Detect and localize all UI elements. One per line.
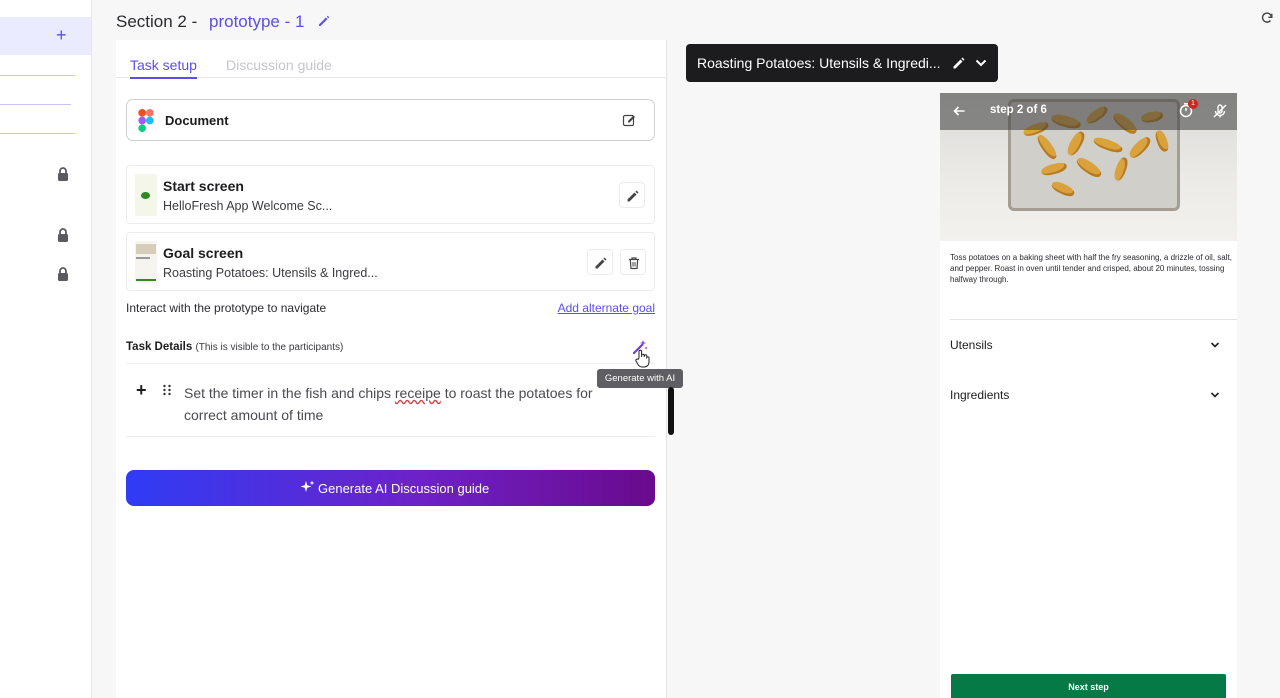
goal-screen-card[interactable]: Goal screen Roasting Potatoes: Utensils … xyxy=(126,232,655,291)
section-label: Section 2 - xyxy=(116,12,198,31)
tab-task-setup[interactable]: Task setup xyxy=(130,57,197,79)
task-details-editor[interactable]: + Set the timer in the fish and chips re… xyxy=(126,363,655,437)
add-alternate-goal-link[interactable]: Add alternate goal xyxy=(558,301,655,315)
recipe-step-bar: step 2 of 6 1 xyxy=(940,93,1237,130)
ingredients-label: Ingredients xyxy=(950,388,1010,402)
next-step-button[interactable]: Next step xyxy=(951,674,1226,698)
recipe-instruction: Toss potatoes on a baking sheet with hal… xyxy=(950,253,1232,284)
pencil-icon xyxy=(595,257,607,269)
start-screen-title: Start screen xyxy=(163,178,244,194)
plus-icon[interactable]: + xyxy=(56,24,67,46)
chevron-down-icon xyxy=(1210,342,1220,348)
refresh-icon[interactable] xyxy=(1260,11,1274,25)
lock-icon xyxy=(58,267,68,281)
lock-icon xyxy=(58,167,68,181)
task-details-heading: Task Details (This is visible to the par… xyxy=(126,341,343,353)
start-screen-card[interactable]: Start screen HelloFresh App Welcome Sc..… xyxy=(126,165,655,224)
prototype-screen-selector[interactable]: Roasting Potatoes: Utensils & Ingredi... xyxy=(686,44,998,82)
chevron-down-icon[interactable] xyxy=(974,56,988,70)
chevron-down-icon xyxy=(1210,392,1220,398)
edit-goal-screen-button[interactable] xyxy=(587,249,613,275)
document-card[interactable]: Document xyxy=(126,99,655,141)
generate-ai-discussion-guide-button[interactable]: Generate AI Discussion guide xyxy=(126,470,655,506)
left-rail: + xyxy=(0,0,92,698)
tab-discussion-guide[interactable]: Discussion guide xyxy=(226,57,332,73)
misspelled-word: receipe xyxy=(394,385,441,401)
ingredients-accordion[interactable]: Ingredients xyxy=(950,385,1225,405)
generate-with-ai-tooltip: Generate with AI xyxy=(597,369,683,388)
drag-handle-icon[interactable] xyxy=(162,384,172,396)
pencil-icon[interactable] xyxy=(952,56,966,70)
recipe-hero-image: step 2 of 6 1 xyxy=(940,93,1237,241)
generate-button-label: Generate AI Discussion guide xyxy=(318,481,490,496)
arrow-left-icon[interactable] xyxy=(952,104,966,118)
pencil-icon[interactable] xyxy=(317,14,331,28)
edit-square-icon[interactable] xyxy=(622,113,636,127)
rail-divider xyxy=(0,75,75,76)
step-indicator: step 2 of 6 xyxy=(990,104,1047,116)
goal-screen-subtitle: Roasting Potatoes: Utensils & Ingred... xyxy=(163,266,378,280)
sparkle-icon xyxy=(300,480,315,492)
rail-divider xyxy=(0,133,75,134)
lock-icon xyxy=(58,228,68,242)
rail-active-item[interactable] xyxy=(0,17,91,55)
task-details-note: (This is visible to the participants) xyxy=(195,342,344,353)
task-setup-panel: Task setup Discussion guide Document Sta… xyxy=(116,40,683,698)
utensils-accordion[interactable]: Utensils xyxy=(950,335,1225,355)
task-details-title: Task Details xyxy=(126,341,193,353)
task-text[interactable]: Set the timer in the fish and chips rece… xyxy=(184,382,604,426)
trash-icon xyxy=(629,257,639,270)
hand-cursor-icon xyxy=(635,349,650,368)
utensils-label: Utensils xyxy=(950,338,993,352)
prototype-phone-screen[interactable]: step 2 of 6 1 Toss potatoes on a baking … xyxy=(940,93,1237,698)
interact-hint: Interact with the prototype to navigate xyxy=(126,301,327,315)
timer-badge: 1 xyxy=(1188,99,1198,109)
scrollbar-thumb[interactable] xyxy=(668,387,674,435)
prototype-name[interactable]: prototype - 1 xyxy=(209,12,304,32)
goal-screen-thumbnail xyxy=(135,241,157,283)
section-header: Section 2 - prototype - 1 xyxy=(92,0,1280,42)
figma-icon xyxy=(138,109,154,132)
divider xyxy=(950,319,1237,320)
start-screen-subtitle: HelloFresh App Welcome Sc... xyxy=(163,199,333,213)
document-label: Document xyxy=(165,113,229,128)
start-screen-thumbnail xyxy=(135,174,157,216)
delete-goal-screen-button[interactable] xyxy=(620,249,646,275)
rail-divider xyxy=(0,104,71,105)
edit-start-screen-button[interactable] xyxy=(619,182,645,208)
tab-bar: Task setup Discussion guide xyxy=(116,40,667,79)
pencil-icon xyxy=(627,190,639,202)
goal-screen-title: Goal screen xyxy=(163,245,244,261)
add-block-icon[interactable]: + xyxy=(136,380,147,401)
prototype-screen-title: Roasting Potatoes: Utensils & Ingredi... xyxy=(697,55,941,71)
mute-icon[interactable] xyxy=(1212,103,1228,119)
